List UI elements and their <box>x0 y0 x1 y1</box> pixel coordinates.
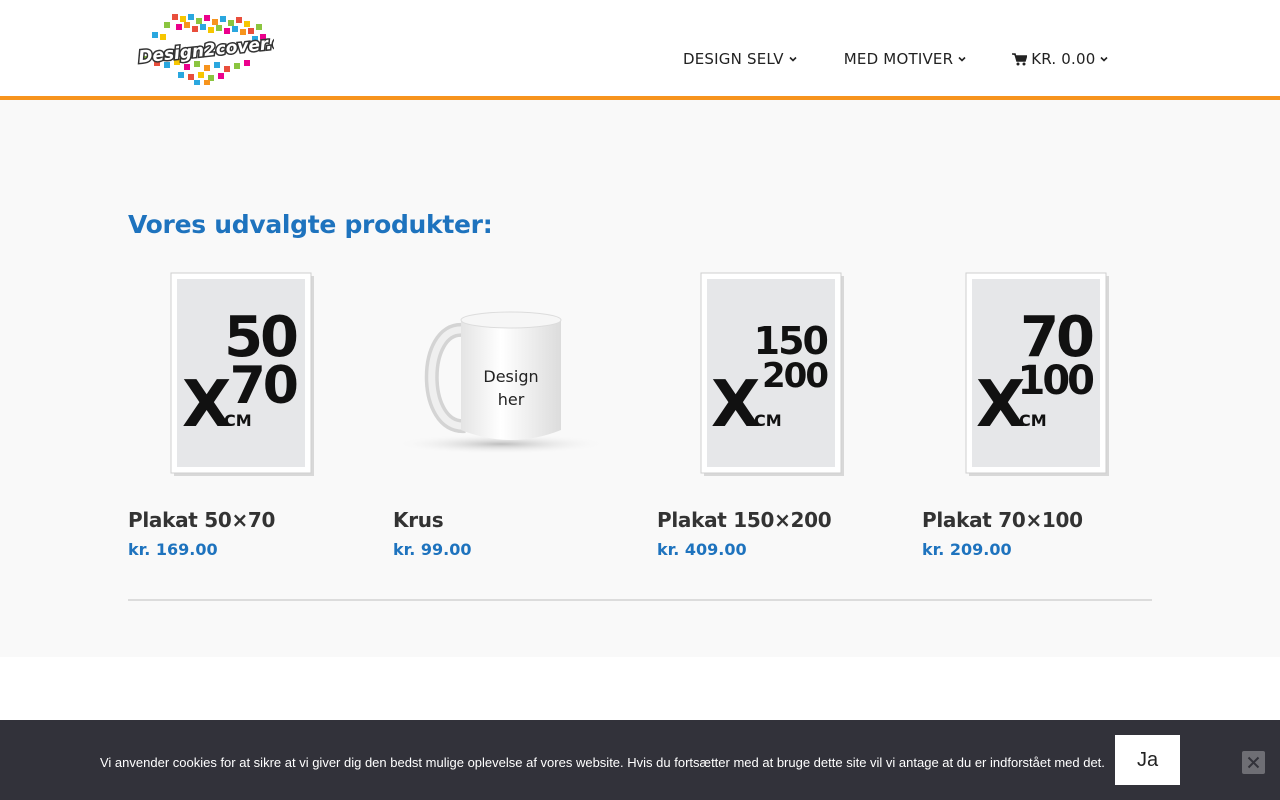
main-content: Vores udvalgte produkter: 50 70 X CM Pla… <box>0 100 1280 657</box>
product-image[interactable]: 70 100 X CM <box>922 270 1162 480</box>
nav-cart[interactable]: KR. 0.00 <box>1012 50 1109 68</box>
product-card[interactable]: 50 70 X CM Plakat 50×70 kr. 169.00 <box>128 270 368 559</box>
product-price: kr. 99.00 <box>393 540 472 559</box>
mug-print-line1: Design <box>483 367 538 386</box>
product-card[interactable]: 70 100 X CM Plakat 70×100 kr. 209.00 <box>922 270 1162 559</box>
svg-text:X: X <box>182 368 231 442</box>
product-price: kr. 169.00 <box>128 540 218 559</box>
svg-text:X: X <box>711 368 760 442</box>
product-card[interactable]: 150 200 X CM Plakat 150×200 kr. 409.00 <box>657 270 897 559</box>
product-image[interactable]: 50 70 X CM <box>128 270 368 480</box>
product-price: kr. 409.00 <box>657 540 747 559</box>
chevron-down-icon <box>1100 56 1109 62</box>
product-name[interactable]: Plakat 50×70 <box>128 508 275 532</box>
mug-print-line2: her <box>498 390 525 409</box>
chevron-down-icon <box>958 56 966 62</box>
nav-med-motiver[interactable]: MED MOTIVER <box>844 50 966 68</box>
close-icon[interactable] <box>1242 751 1265 774</box>
product-image[interactable]: 150 200 X CM <box>657 270 897 480</box>
poster-size-bottom: 100 <box>1018 358 1094 404</box>
site-header: Design2cover.dk DESIGN SELV MED MOTIVER … <box>0 0 1280 100</box>
chevron-down-icon <box>789 56 797 62</box>
product-name[interactable]: Krus <box>393 508 444 532</box>
product-name[interactable]: Plakat 150×200 <box>657 508 832 532</box>
section-title: Vores udvalgte produkter: <box>128 210 493 239</box>
product-image[interactable]: Design her <box>393 270 633 480</box>
cookie-accept-button[interactable]: Ja <box>1115 735 1180 785</box>
cookie-notice: Vi anvender cookies for at sikre at vi g… <box>0 720 1280 800</box>
product-price: kr. 209.00 <box>922 540 1012 559</box>
main-nav: DESIGN SELV MED MOTIVER KR. 0.00 <box>683 50 1109 68</box>
site-logo[interactable]: Design2cover.dk <box>134 12 300 86</box>
poster-size-bottom: 70 <box>230 356 297 416</box>
product-card[interactable]: Design her Krus kr. 99.00 <box>393 270 633 559</box>
nav-design-selv[interactable]: DESIGN SELV <box>683 50 797 68</box>
svg-text:X: X <box>976 368 1025 442</box>
nav-med-motiver-label: MED MOTIVER <box>843 50 954 68</box>
poster-size-bottom: 200 <box>762 356 828 396</box>
nav-design-selv-label: DESIGN SELV <box>683 50 784 68</box>
poster-unit: CM <box>754 411 782 430</box>
cart-icon <box>1012 52 1028 65</box>
cookie-text: Vi anvender cookies for at sikre at vi g… <box>100 755 1105 770</box>
poster-unit: CM <box>224 411 252 430</box>
cart-total: KR. 0.00 <box>1031 50 1096 68</box>
section-divider <box>128 599 1152 601</box>
poster-unit: CM <box>1019 411 1047 430</box>
product-name[interactable]: Plakat 70×100 <box>922 508 1083 532</box>
